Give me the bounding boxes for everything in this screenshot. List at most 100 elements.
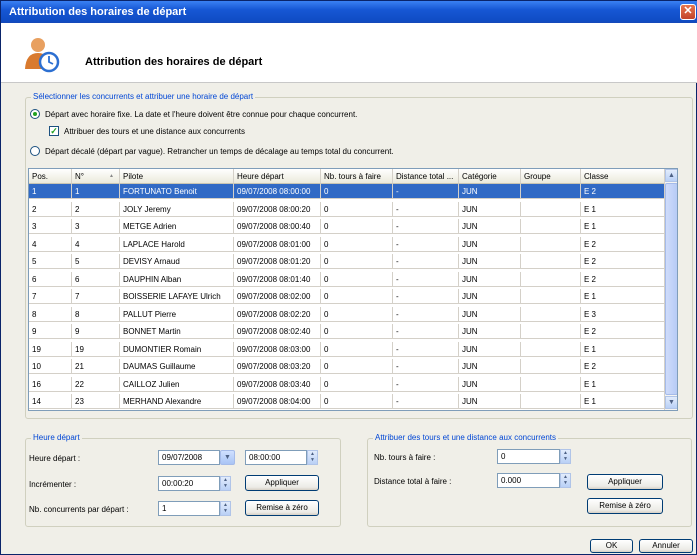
table-cell: - (393, 341, 459, 357)
scroll-up-icon[interactable]: ▲ (665, 169, 677, 182)
nb-per-depart-field[interactable]: 1 (158, 501, 220, 516)
table-cell (521, 254, 581, 269)
table-cell: 5 (29, 254, 72, 269)
table-row[interactable]: 1 1 FORTUNATO Benoit 09/07/2008 08:00:00 0- J… (29, 184, 666, 199)
column-header[interactable]: Classe (581, 169, 666, 184)
table-cell: 1 (72, 184, 120, 199)
competitors-grid[interactable]: Pos. N° ▲ Pilote Heure départ Nb. tours à fai… (28, 168, 678, 411)
time-field[interactable]: 08:00:00 (245, 450, 307, 465)
radio-offset-start-label: Départ décalé (départ par vague). Retran… (45, 147, 394, 156)
reset-tours-button[interactable]: Remise à zéro (587, 498, 663, 514)
table-cell: JUN (459, 254, 521, 269)
table-cell: 10 (29, 359, 72, 374)
table-cell: - (393, 254, 459, 269)
increment-spinner-icon[interactable]: ▲ ▼ (220, 476, 231, 491)
table-cell (521, 219, 581, 234)
table-cell: E 2 (581, 184, 666, 199)
table-cell: JUN (459, 289, 521, 304)
table-cell: 0 (321, 341, 393, 357)
table-row[interactable]: 9 9 BONNET Martin 09/07/2008 08:02:40 0- JUN E… (29, 324, 666, 339)
table-cell: 09/07/2008 08:00:00 (234, 184, 321, 199)
cancel-button[interactable]: Annuler (639, 539, 693, 553)
vertical-scrollbar[interactable]: ▲ ▼ (664, 169, 677, 410)
increment-field[interactable]: 00:00:20 (158, 476, 220, 491)
table-row[interactable]: 14 23 MERHAND Alexandre 09/07/2008 08:04:00… (29, 394, 666, 409)
table-cell: JUN (459, 201, 521, 217)
table-row[interactable]: 2 2 JOLY Jeremy 09/07/2008 08:00:20 0- JUN E 1 (29, 201, 666, 217)
table-cell: 7 (72, 289, 120, 304)
table-row[interactable]: 6 6 DAUPHIN Alban 09/07/2008 08:01:40 0- JUN E… (29, 271, 666, 287)
depart-legend: Heure départ (31, 433, 82, 442)
window-title: Attribution des horaires de départ (9, 6, 187, 18)
table-cell: 0 (321, 271, 393, 287)
table-cell (521, 271, 581, 287)
column-header[interactable]: Pilote (120, 169, 234, 184)
table-cell (521, 394, 581, 409)
table-cell (521, 359, 581, 374)
table-cell: JUN (459, 236, 521, 252)
distance-field[interactable]: 0.000 (497, 473, 560, 488)
radio-offset-start[interactable] (30, 146, 40, 156)
apply-tours-button[interactable]: Appliquer (587, 474, 663, 490)
table-row[interactable]: 19 19 DUMONTIER Romain 09/07/2008 08:03:00 0… (29, 341, 666, 357)
table-cell (521, 306, 581, 322)
checkbox-tours-label: Attribuer des tours et une distance aux … (64, 127, 245, 136)
table-cell: E 2 (581, 271, 666, 287)
column-header[interactable]: Pos. (29, 169, 72, 184)
table-cell: 14 (29, 394, 72, 409)
column-header[interactable]: Nb. tours à faire (321, 169, 393, 184)
table-cell: E 2 (581, 359, 666, 374)
column-header[interactable]: Groupe (521, 169, 581, 184)
table-cell: 09/07/2008 08:02:00 (234, 289, 321, 304)
apply-depart-button[interactable]: Appliquer (245, 475, 319, 491)
table-cell: E 1 (581, 289, 666, 304)
table-cell: 09/07/2008 08:01:40 (234, 271, 321, 287)
time-spinner-icon[interactable]: ▲ ▼ (307, 450, 318, 465)
table-cell: 9 (29, 324, 72, 339)
column-header[interactable]: Heure départ (234, 169, 321, 184)
table-cell: BONNET Martin (120, 324, 234, 339)
table-row[interactable]: 10 21 DAUMAS Guillaume 09/07/2008 08:03:20 0… (29, 359, 666, 374)
checkbox-tours[interactable]: ✓ (49, 126, 59, 136)
table-cell: DAUPHIN Alban (120, 271, 234, 287)
table-cell: E 1 (581, 219, 666, 234)
table-cell: 0 (321, 289, 393, 304)
close-icon[interactable]: ✕ (680, 4, 696, 20)
grid-header-row[interactable]: Pos. N° ▲ Pilote Heure départ Nb. tours à fai… (29, 169, 666, 184)
scroll-thumb[interactable] (665, 183, 677, 395)
table-cell: JUN (459, 306, 521, 322)
table-row[interactable]: 8 8 PALLUT Pierre 09/07/2008 08:02:20 0- JUN E… (29, 306, 666, 322)
column-header[interactable]: Catégorie (459, 169, 521, 184)
table-row[interactable]: 7 7 BOISSERIE LAFAYE Ulrich 09/07/2008 08:0… (29, 289, 666, 304)
nb-per-depart-spinner-icon[interactable]: ▲ ▼ (220, 501, 231, 516)
table-cell (521, 184, 581, 199)
increment-label: Incrémenter : (29, 480, 77, 489)
distance-spinner-icon[interactable]: ▲ ▼ (560, 473, 571, 488)
nb-tours-label: Nb. tours à faire : (374, 453, 436, 462)
ok-button[interactable]: OK (590, 539, 633, 553)
table-cell: 8 (29, 306, 72, 322)
table-row[interactable]: 4 4 LAPLACE Harold 09/07/2008 08:01:00 0- JUN… (29, 236, 666, 252)
table-row[interactable]: 3 3 METGE Adrien 09/07/2008 08:00:40 0- JUN E … (29, 219, 666, 234)
table-cell: - (393, 324, 459, 339)
table-cell: 3 (29, 219, 72, 234)
date-field[interactable]: 09/07/2008 (158, 450, 220, 465)
column-header[interactable]: Distance total ... (393, 169, 459, 184)
table-cell: 22 (72, 376, 120, 392)
nb-tours-spinner-icon[interactable]: ▲ ▼ (560, 449, 571, 464)
radio-fixed-start[interactable] (30, 109, 40, 119)
reset-depart-button[interactable]: Remise à zéro (245, 500, 319, 516)
chevron-down-icon[interactable]: ▼ (220, 450, 235, 465)
table-cell: 1 (29, 184, 72, 199)
nb-tours-field[interactable]: 0 (497, 449, 560, 464)
table-cell: 09/07/2008 08:01:00 (234, 236, 321, 252)
title-bar[interactable]: Attribution des horaires de départ ✕ (1, 1, 697, 23)
table-row[interactable]: 5 5 DEVISY Arnaud 09/07/2008 08:01:20 0- JUN E… (29, 254, 666, 269)
table-cell: - (393, 219, 459, 234)
table-row[interactable]: 16 22 CAILLOZ Julien 09/07/2008 08:03:40 0- J… (29, 376, 666, 392)
table-cell: 8 (72, 306, 120, 322)
sort-ascending-icon: ▲ (109, 173, 114, 179)
table-cell: 0 (321, 394, 393, 409)
table-cell: 2 (29, 201, 72, 217)
scroll-down-icon[interactable]: ▼ (665, 396, 677, 409)
